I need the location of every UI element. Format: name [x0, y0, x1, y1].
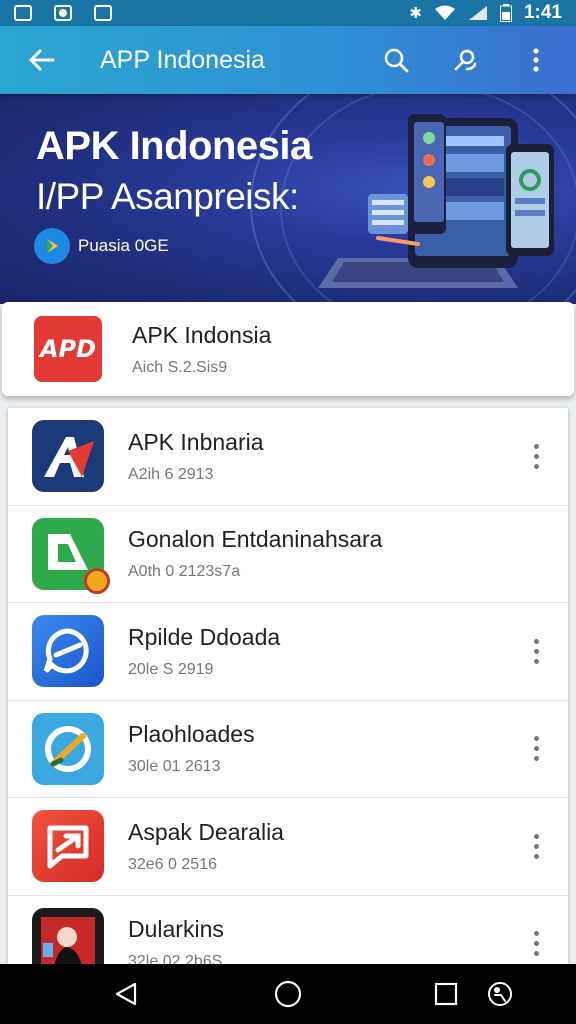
nav-back-button[interactable] [106, 974, 146, 1014]
search-icon [384, 48, 409, 73]
overflow-menu-button[interactable] [510, 34, 562, 86]
status-time: 1:41 [523, 2, 562, 23]
app-name: Rpilde Ddoada [128, 623, 281, 650]
badge-icon [84, 567, 110, 594]
app-name: Dularkins [128, 916, 224, 943]
play-store-icon [34, 228, 70, 264]
item-menu-button[interactable] [524, 924, 548, 964]
item-menu-button[interactable] [524, 729, 548, 769]
app-icon [94, 5, 112, 21]
list-item[interactable]: APK Inbnaria A2ih 6 2913 [8, 408, 568, 506]
item-menu-button[interactable] [524, 631, 548, 671]
app-name: APK Inbnaria [128, 428, 264, 455]
nav-accessibility-button[interactable] [480, 974, 520, 1014]
status-bar: ✱ 1:41 [0, 0, 576, 26]
app-list: APK Inbnaria A2ih 6 2913 Gonalon Entdani… [8, 408, 568, 968]
featured-app-name: APK Indonsia [132, 321, 272, 348]
nav-home-button[interactable] [268, 974, 308, 1014]
app-meta: 32e6 0 2516 [128, 855, 217, 873]
app-meta: 30le 01 2613 [128, 758, 221, 776]
app-name: Aspak Dearalia [128, 818, 284, 845]
list-item[interactable]: Dularkins 32le 02 2b6S [8, 896, 568, 968]
home-circle-icon [274, 980, 302, 1008]
back-triangle-icon [115, 982, 137, 1006]
app-meta: A0th 0 2123s7a [128, 563, 241, 581]
app-screen: ✱ 1:41 APP Indonesia APK Indonesia I/PP … [0, 0, 576, 1024]
banner-title: APK Indonesia [36, 124, 312, 168]
a-logo-icon [32, 420, 104, 493]
photo-icon [14, 5, 32, 21]
voice-search-icon [454, 49, 477, 71]
wifi-icon [434, 5, 455, 20]
list-item[interactable]: Gonalon Entdaninahsara A0th 0 2123s7a [8, 506, 568, 603]
app-bar-title: APP Indonesia [100, 45, 265, 74]
p-bubble-icon [32, 810, 104, 883]
more-vert-icon [533, 48, 539, 72]
banner-badge-text: Puasia 0GE [78, 236, 169, 255]
app-bar: APP Indonesia [0, 26, 576, 94]
list-item[interactable]: Plaohloades 30le 01 2613 [8, 701, 568, 798]
featured-app-icon: APD [34, 316, 102, 382]
featured-app-card[interactable]: APD APK Indonsia Aich S.2.Sis9 [2, 302, 574, 396]
promo-banner[interactable]: APK Indonesia I/PP Asanpreisk: Puasia 0G… [0, 94, 576, 304]
d-logo-icon [32, 517, 110, 594]
featured-app-meta: Aich S.2.Sis9 [132, 358, 228, 376]
recents-square-icon [434, 982, 458, 1006]
c-brush-icon [32, 712, 104, 785]
system-nav-bar [0, 964, 576, 1024]
list-item[interactable]: Rpilde Ddoada 20le S 2919 [8, 603, 568, 701]
list-item[interactable]: Aspak Dearalia 32e6 0 2516 [8, 798, 568, 896]
nav-recents-button[interactable] [426, 974, 466, 1014]
app-name: Gonalon Entdaninahsara [128, 526, 383, 553]
battery-icon [499, 4, 512, 22]
back-button[interactable] [14, 33, 68, 87]
app-meta: 20le S 2919 [128, 660, 214, 678]
item-menu-button[interactable] [524, 436, 548, 476]
banner-badge[interactable]: Puasia 0GE [34, 228, 169, 264]
bluetooth-icon: ✱ [409, 5, 422, 22]
back-arrow-icon [29, 49, 55, 71]
search-button[interactable] [370, 34, 422, 86]
voice-search-button[interactable] [440, 34, 492, 86]
devices-illustration [318, 114, 554, 288]
app-meta: A2ih 6 2913 [128, 465, 214, 483]
d-bubble-icon [32, 615, 104, 688]
featured-icon-label: APD [39, 335, 97, 363]
signal-icon [468, 6, 487, 20]
figure-icon [32, 907, 104, 968]
app-name: Plaohloades [128, 721, 255, 748]
camera-icon [54, 5, 72, 21]
accessibility-icon [488, 982, 512, 1006]
item-menu-button[interactable] [524, 826, 548, 866]
banner-subtitle: I/PP Asanpreisk: [36, 176, 299, 217]
